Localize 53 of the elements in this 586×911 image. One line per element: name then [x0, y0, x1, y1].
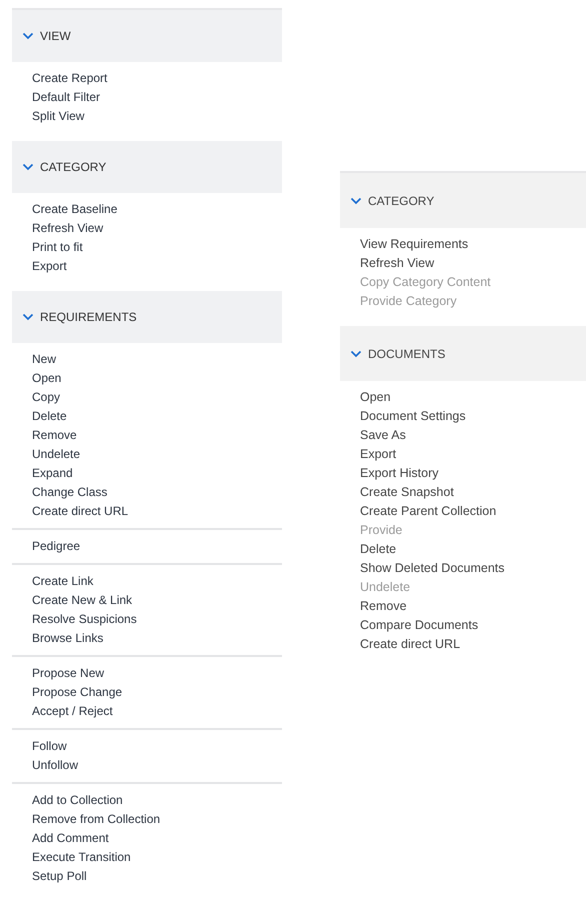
menu-item[interactable]: Create direct URL [12, 502, 128, 521]
menu-item[interactable]: Compare Documents [340, 616, 478, 635]
menu-item[interactable]: Copy [12, 388, 60, 407]
menu-item[interactable]: Show Deleted Documents [340, 559, 505, 578]
menu-item[interactable]: Split View [12, 107, 84, 126]
section-header[interactable]: DOCUMENTS [340, 326, 586, 381]
menu-item[interactable]: Create Parent Collection [340, 502, 496, 521]
menu-item[interactable]: Accept / Reject [12, 702, 113, 721]
menu-item[interactable]: Pedigree [12, 537, 80, 556]
chevron-icon [22, 311, 34, 323]
menu-item[interactable]: New [12, 350, 56, 369]
menu-item[interactable]: Refresh View [340, 254, 434, 273]
section-header[interactable]: CATEGORY [12, 141, 282, 193]
menu-item[interactable]: Resolve Suspicions [12, 610, 137, 629]
menu-item[interactable]: Remove from Collection [12, 810, 160, 829]
menu-item[interactable]: Propose New [12, 664, 104, 683]
chevron-icon [22, 30, 34, 42]
menu-item[interactable]: Create Snapshot [340, 483, 454, 502]
menu-item[interactable]: Follow [12, 737, 67, 756]
menu-item[interactable]: Refresh View [12, 219, 104, 238]
menu-item[interactable]: Change Class [12, 483, 108, 502]
menu-item[interactable]: Unfollow [12, 756, 78, 775]
menu-item[interactable]: Export History [340, 464, 438, 483]
menu-item[interactable]: Undelete [12, 445, 80, 464]
menu-item[interactable]: Create Baseline [12, 200, 118, 219]
menu-item[interactable]: Create New & Link [12, 591, 132, 610]
menu-item[interactable]: Remove [340, 597, 407, 616]
section-header[interactable]: VIEW [12, 10, 282, 62]
menu-item[interactable]: Setup Poll [12, 867, 87, 886]
chevron-icon [22, 161, 34, 173]
menu-item[interactable]: Open [12, 369, 62, 388]
menu-item[interactable]: Print to fit [12, 238, 83, 257]
section-header[interactable]: CATEGORY [340, 173, 586, 228]
menu-item[interactable]: Browse Links [12, 629, 104, 648]
menu-item[interactable]: Create Link [12, 572, 94, 591]
menu-item[interactable]: Execute Transition [12, 848, 131, 867]
menu-item[interactable]: Export [340, 445, 396, 464]
menu-item[interactable]: Delete [340, 540, 396, 559]
menu-item[interactable]: Open [340, 388, 391, 407]
menu-item[interactable]: Create Report [12, 69, 108, 88]
menu-item[interactable]: Delete [12, 407, 67, 426]
menu-item[interactable]: Remove [12, 426, 77, 445]
menu-item[interactable]: Add Comment [12, 829, 109, 848]
menu-item[interactable]: Save As [340, 426, 406, 445]
menu-item[interactable]: Default Filter [12, 88, 100, 107]
menu-item[interactable]: Propose Change [12, 683, 122, 702]
menu-item[interactable]: Expand [12, 464, 73, 483]
menu-item[interactable]: Create direct URL [340, 635, 460, 654]
menu-item[interactable]: Export [12, 257, 67, 276]
section-header[interactable]: REQUIREMENTS [12, 291, 282, 343]
menu-item[interactable]: View Requirements [340, 235, 468, 254]
menu-item[interactable]: Document Settings [340, 407, 466, 426]
menu-item[interactable]: Add to Collection [12, 791, 123, 810]
